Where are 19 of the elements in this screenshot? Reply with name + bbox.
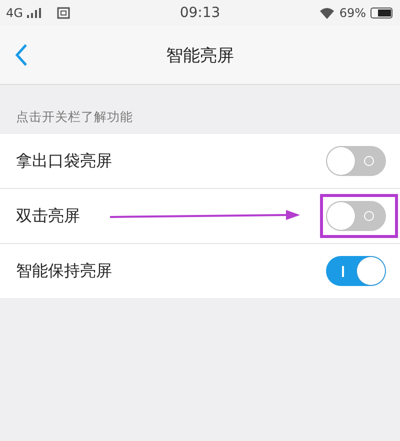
wifi-icon [319, 7, 336, 19]
back-icon[interactable] [14, 43, 28, 67]
message-icon [56, 7, 70, 19]
setting-row[interactable]: 智能保持亮屏 [0, 244, 400, 298]
battery-icon [370, 7, 394, 19]
setting-row[interactable]: 双击亮屏 [0, 189, 400, 244]
toggle-switch[interactable] [326, 201, 386, 231]
battery-percent: 69% [339, 6, 366, 20]
setting-label: 智能保持亮屏 [16, 260, 113, 282]
setting-label: 双击亮屏 [16, 206, 81, 226]
section-header: 点击开关栏了解功能 [16, 109, 133, 124]
status-time: 09:13 [180, 5, 220, 21]
signal-icon [26, 8, 41, 18]
setting-row[interactable]: 拿出口袋亮屏 [0, 134, 400, 189]
toggle-switch[interactable] [326, 146, 386, 176]
toggle-switch[interactable] [326, 256, 386, 286]
setting-label: 拿出口袋亮屏 [16, 150, 113, 172]
page-title: 智能亮屏 [166, 44, 234, 66]
network-label: 4G [6, 6, 23, 20]
